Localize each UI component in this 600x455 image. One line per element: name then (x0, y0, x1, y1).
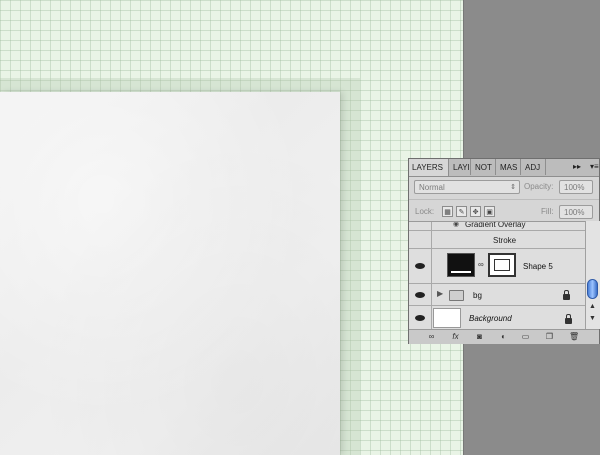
lock-icon (563, 290, 570, 300)
panel-menu[interactable]: ▸▸ ▾≡ (559, 159, 599, 175)
opacity-input[interactable]: 100% (559, 180, 593, 194)
chevron-updown-icon: ⇕ (510, 184, 516, 191)
panel-menu-icon[interactable]: ▾≡ (590, 159, 599, 175)
vector-mask-thumbnail (488, 253, 516, 277)
blend-mode-value: Normal (419, 183, 445, 192)
layer-name: Background (469, 314, 512, 323)
fill-input[interactable]: 100% (559, 205, 593, 219)
eye-icon[interactable] (415, 263, 425, 269)
folder-icon (449, 290, 464, 301)
lock-image-icon[interactable]: ✎ (456, 206, 467, 217)
effect-row-gradient-overlay[interactable]: ◉ Gradient Overlay (409, 221, 585, 231)
effect-name: Gradient Overlay (465, 221, 526, 229)
opacity-label: Opacity: (524, 182, 554, 191)
fx-icon[interactable]: fx (451, 332, 460, 341)
link-icon[interactable]: ∞ (478, 260, 484, 269)
layer-row-shape-5[interactable]: ∞ Shape 5 (409, 249, 585, 284)
layers-panel: LAYERS LAYI NOT MAS ADJ ▸▸ ▾≡ Normal ⇕ O… (408, 158, 600, 344)
new-layer-icon[interactable]: ❐ (545, 332, 554, 341)
lock-transparent-icon[interactable]: ▦ (442, 206, 453, 217)
eye-icon[interactable] (415, 315, 425, 321)
collapse-icon[interactable]: ▸▸ (573, 159, 581, 175)
tab-notes[interactable]: NOT (472, 159, 496, 175)
layer-row-background[interactable]: Background (409, 306, 585, 330)
panel-tabs: LAYERS LAYI NOT MAS ADJ ▸▸ ▾≡ (409, 159, 599, 177)
layers-scrollbar[interactable]: ▲ ▼ (585, 221, 600, 329)
tab-layer-comps[interactable]: LAYI (450, 159, 471, 175)
blend-row: Normal ⇕ Opacity: 100% (409, 177, 599, 199)
layer-row-bg-group[interactable]: ▶ bg (409, 284, 585, 306)
adjustment-layer-icon[interactable]: ◐ (499, 332, 508, 341)
lock-all-icon[interactable]: ▣ (484, 206, 495, 217)
scroll-up-icon[interactable]: ▲ (589, 303, 596, 310)
fill-value: 100% (564, 208, 585, 217)
layer-name: bg (473, 291, 482, 300)
layer-name: Shape 5 (523, 262, 553, 271)
shape-thumbnail (447, 253, 475, 277)
lock-icon (565, 314, 572, 324)
trash-icon[interactable]: 🗑 (569, 332, 579, 341)
lock-label: Lock: (415, 207, 435, 216)
background-thumbnail (433, 308, 461, 328)
paper-texture-layer (0, 92, 340, 455)
expand-triangle-icon[interactable]: ▶ (437, 289, 443, 298)
layers-list: ◉ Gradient Overlay Stroke ∞ Shape 5 ▶ bg (409, 221, 585, 330)
tab-layers[interactable]: LAYERS (409, 159, 449, 176)
effect-row-stroke[interactable]: Stroke (409, 231, 585, 249)
lock-row: Lock: ▦ ✎ ✥ ▣ Fill: 100% (409, 199, 599, 222)
add-mask-icon[interactable]: ◙ (475, 332, 484, 341)
tab-masks[interactable]: MAS (497, 159, 521, 175)
eye-icon[interactable]: ◉ (453, 222, 459, 228)
fill-label: Fill: (541, 207, 554, 216)
new-group-icon[interactable]: ▭ (521, 332, 530, 341)
opacity-value: 100% (564, 183, 585, 192)
scroll-down-icon[interactable]: ▼ (589, 315, 596, 322)
scrollbar-thumb[interactable] (587, 279, 598, 299)
lock-position-icon[interactable]: ✥ (470, 206, 481, 217)
panel-bottom-toolbar: ∞ fx ◙ ◐ ▭ ❐ 🗑 (409, 329, 599, 344)
effect-name: Stroke (493, 236, 517, 245)
eye-icon[interactable] (415, 292, 425, 298)
blend-mode-select[interactable]: Normal ⇕ (414, 180, 520, 194)
link-layers-icon[interactable]: ∞ (427, 332, 436, 341)
tab-adjustments[interactable]: ADJ (522, 159, 546, 175)
